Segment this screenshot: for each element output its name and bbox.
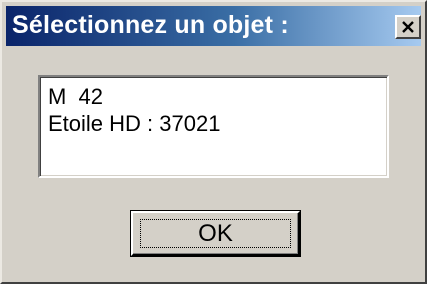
close-icon xyxy=(402,21,414,33)
list-item[interactable]: M 42 xyxy=(46,83,387,110)
close-button[interactable] xyxy=(395,15,421,39)
list-item[interactable]: Etoile HD : 37021 xyxy=(46,110,387,137)
dialog-title: Sélectionnez un objet : xyxy=(12,11,289,39)
dialog-window: Sélectionnez un objet : M 42 Etoile HD :… xyxy=(0,0,427,284)
ok-button-label: OK xyxy=(198,219,233,247)
ok-button[interactable]: OK xyxy=(131,211,300,256)
object-listbox[interactable]: M 42 Etoile HD : 37021 xyxy=(38,75,389,178)
title-bar[interactable]: Sélectionnez un objet : xyxy=(6,6,421,46)
